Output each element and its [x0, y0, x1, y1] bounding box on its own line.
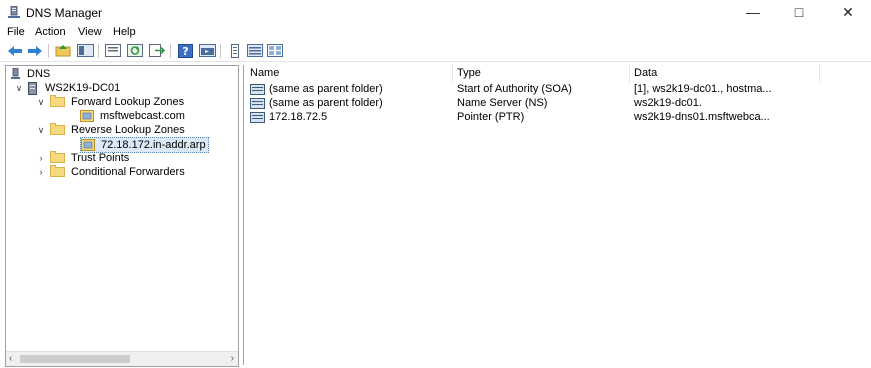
tree-item-dns[interactable]: DNS: [10, 67, 50, 81]
chevron-right-icon[interactable]: ›: [36, 167, 46, 177]
menu-action[interactable]: Action: [35, 26, 66, 38]
tree-label-forward-lookup-zones: Forward Lookup Zones: [71, 96, 185, 108]
record-data: ws2k19-dc01.: [634, 97, 702, 109]
tree-item-conditional-forwarders[interactable]: › Conditional Forwarders: [36, 165, 185, 179]
dns-root-icon: [11, 67, 20, 79]
folder-icon: [50, 165, 65, 177]
horizontal-scrollbar[interactable]: ‹ ›: [6, 351, 238, 366]
zone-icon: [80, 110, 94, 122]
scroll-right-icon[interactable]: ›: [231, 353, 234, 364]
record-data: ws2k19-dns01.msftwebca...: [634, 111, 770, 123]
zone-icon: [81, 139, 95, 151]
back-arrow-icon[interactable]: [6, 43, 24, 58]
menu-bar: File Action View Help: [0, 24, 871, 40]
svg-text:?: ?: [182, 45, 188, 58]
list-icon[interactable]: [246, 43, 264, 58]
properties-icon[interactable]: [104, 43, 122, 58]
scrollbar-thumb[interactable]: [20, 355, 130, 363]
details-icon[interactable]: [266, 43, 284, 58]
chevron-right-icon[interactable]: ›: [36, 153, 46, 163]
chevron-down-icon[interactable]: ∨: [14, 83, 24, 94]
record-type: Name Server (NS): [457, 97, 548, 109]
tree-label-reverse-zone: 72.18.172.in-addr.arp: [101, 139, 206, 151]
tree-item-server[interactable]: ∨ WS2K19-DC01: [14, 81, 120, 95]
tree-label-conditional-forwarders: Conditional Forwarders: [71, 166, 185, 178]
console-tree: DNS ∨ WS2K19-DC01 ∨ Forward Lookup Zones…: [5, 65, 239, 367]
records-list: Name Type Data (same as parent folder) S…: [243, 65, 871, 365]
table-row[interactable]: (same as parent folder) Name Server (NS)…: [244, 97, 871, 110]
main-content: DNS ∨ WS2K19-DC01 ∨ Forward Lookup Zones…: [0, 62, 871, 368]
record-icon: [250, 98, 265, 109]
tree-item-forward-zone[interactable]: msftwebcast.com: [80, 109, 185, 123]
help-icon[interactable]: ?: [176, 43, 194, 58]
folder-icon: [50, 123, 65, 135]
column-header-type[interactable]: Type: [457, 67, 481, 81]
folder-icon: [50, 95, 65, 107]
tree-label-reverse-lookup-zones: Reverse Lookup Zones: [71, 124, 185, 136]
show-tree-icon[interactable]: [76, 43, 94, 58]
refresh-icon[interactable]: [126, 43, 144, 58]
tree-label-server: WS2K19-DC01: [45, 82, 121, 94]
tree-label-dns: DNS: [27, 68, 51, 80]
close-button[interactable]: ✕: [825, 0, 871, 24]
menu-view[interactable]: View: [78, 26, 102, 38]
table-row[interactable]: (same as parent folder) Start of Authori…: [244, 83, 871, 96]
menu-help[interactable]: Help: [113, 26, 136, 38]
record-icon[interactable]: [226, 43, 244, 58]
minimize-button[interactable]: —: [730, 0, 776, 24]
record-type: Pointer (PTR): [457, 111, 525, 123]
tree-item-forward-lookup-zones[interactable]: ∨ Forward Lookup Zones: [36, 95, 184, 109]
tree-item-reverse-lookup-zones[interactable]: ∨ Reverse Lookup Zones: [36, 123, 185, 137]
record-icon: [250, 84, 265, 95]
record-type: Start of Authority (SOA): [457, 83, 572, 95]
maximize-button[interactable]: □: [776, 0, 822, 24]
tree-item-trust-points[interactable]: › Trust Points: [36, 151, 129, 165]
folder-icon: [50, 151, 65, 163]
column-header-data[interactable]: Data: [634, 67, 657, 81]
record-name: (same as parent folder): [269, 83, 383, 95]
column-header-name[interactable]: Name: [250, 67, 279, 81]
up-folder-icon[interactable]: [54, 43, 72, 58]
server-icon: [28, 81, 37, 95]
chevron-down-icon[interactable]: ∨: [36, 125, 46, 136]
record-name: (same as parent folder): [269, 97, 383, 109]
title-bar: DNS Manager — □ ✕: [0, 0, 871, 24]
toolbar: ?: [0, 40, 871, 62]
tree-label-forward-zone: msftwebcast.com: [100, 110, 185, 122]
chevron-down-icon[interactable]: ∨: [36, 97, 46, 108]
record-name: 172.18.72.5: [269, 111, 328, 123]
table-row[interactable]: 172.18.72.5 Pointer (PTR) ws2k19-dns01.m…: [244, 111, 871, 124]
record-data: [1], ws2k19-dc01., hostma...: [634, 83, 772, 95]
record-icon: [250, 112, 265, 123]
forward-arrow-icon[interactable]: [26, 43, 44, 58]
console-icon[interactable]: [198, 43, 216, 58]
menu-file[interactable]: File: [7, 26, 25, 38]
scroll-left-icon[interactable]: ‹: [9, 353, 12, 364]
window-title: DNS Manager: [26, 6, 103, 20]
export-icon[interactable]: [148, 43, 166, 58]
tree-label-trust-points: Trust Points: [71, 152, 130, 164]
dns-manager-app-icon: [8, 6, 20, 18]
